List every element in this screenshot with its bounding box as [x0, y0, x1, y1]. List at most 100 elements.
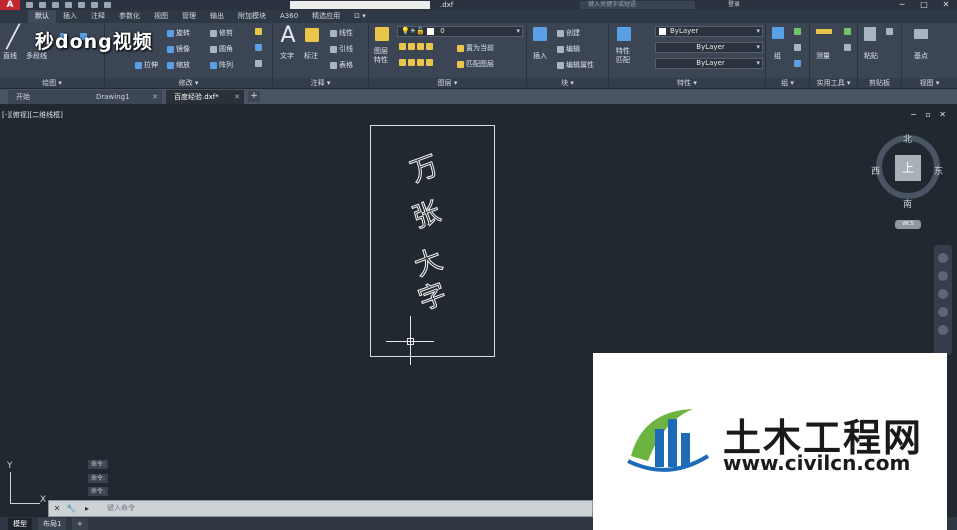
make-current-button[interactable]: 置为当前 — [457, 43, 494, 53]
viewport-controls-label[interactable]: [-][俯视][二维线框] — [2, 110, 63, 120]
stretch-button[interactable]: 拉伸 — [135, 60, 158, 70]
viewport-window-controls[interactable]: − ▫ ✕ — [910, 110, 949, 119]
fillet-button[interactable]: 圆角 — [210, 44, 233, 54]
view-panel-label[interactable]: 视图 ▾ — [902, 78, 957, 88]
tab-manage[interactable]: 管理 — [175, 10, 203, 23]
lineweight-dropdown[interactable]: ByLayer — [655, 58, 763, 69]
groups-panel-label[interactable]: 组 ▾ — [766, 78, 809, 88]
leader-button[interactable]: 引线 — [330, 44, 353, 54]
wcs-menu-button[interactable]: WCS — [895, 220, 921, 229]
tab-parametric[interactable]: 参数化 — [112, 10, 147, 23]
dimension-icon[interactable] — [305, 28, 319, 42]
insert-block-button[interactable]: 插入 — [533, 51, 547, 61]
redo-icon[interactable] — [104, 2, 111, 8]
undo-icon[interactable] — [91, 2, 98, 8]
color-dropdown[interactable]: ByLayer — [655, 26, 763, 37]
group-edit-icon[interactable] — [794, 44, 801, 51]
login-button[interactable]: 登录 — [728, 0, 740, 10]
close-command-line-icon[interactable]: ✕ — [51, 502, 63, 515]
match-properties-icon[interactable] — [617, 27, 631, 41]
group-button[interactable]: 组 — [774, 51, 781, 61]
create-block-button[interactable]: 创建 — [557, 28, 580, 38]
tab-more[interactable]: ⊡ ▾ — [347, 10, 373, 23]
orbit-icon[interactable] — [938, 307, 948, 317]
quick-calc-icon[interactable] — [844, 28, 851, 35]
linetype-dropdown[interactable]: ByLayer — [655, 42, 763, 53]
offset-icon[interactable] — [255, 60, 262, 67]
layer-properties-icon[interactable] — [375, 27, 389, 41]
save-as-icon[interactable] — [65, 2, 72, 8]
layer-tool-icons-row2[interactable] — [399, 59, 433, 66]
properties-panel-label[interactable]: 特性 ▾ — [609, 78, 765, 88]
base-point-icon[interactable] — [914, 29, 928, 39]
block-panel-label[interactable]: 块 ▾ — [527, 78, 608, 88]
linear-button[interactable]: 线性 — [330, 28, 353, 38]
showmotion-icon[interactable] — [938, 325, 948, 335]
minimize-button[interactable]: ─ — [891, 0, 913, 10]
open-file-icon[interactable] — [39, 2, 46, 8]
mirror-button[interactable]: 镜像 — [167, 44, 190, 54]
copy-clip-icon[interactable] — [886, 28, 893, 35]
line-icon[interactable]: ╱ — [4, 25, 22, 50]
clipboard-panel-label[interactable]: 剪贴板 — [858, 78, 901, 88]
tab-addins[interactable]: 附加模块 — [231, 10, 273, 23]
match-layer-button[interactable]: 匹配图层 — [457, 59, 494, 69]
layer-tool-icons-row1[interactable] — [399, 43, 433, 50]
steering-wheel-icon[interactable] — [938, 253, 948, 263]
search-input[interactable]: 键入关键字或短语 — [580, 1, 695, 9]
maximize-button[interactable]: □ — [913, 0, 935, 10]
modify-panel-label[interactable]: 修改 ▾ — [105, 78, 272, 88]
table-button[interactable]: 表格 — [330, 60, 353, 70]
paste-icon[interactable] — [864, 27, 876, 41]
array-button[interactable]: 阵列 — [210, 60, 233, 70]
tab-model[interactable]: 模型 — [8, 518, 32, 530]
layer-dropdown[interactable]: 💡☀🔓 0 — [397, 26, 523, 37]
zoom-icon[interactable] — [938, 289, 948, 299]
dimension-button[interactable]: 标注 — [304, 51, 318, 61]
trim-button[interactable]: 修剪 — [210, 28, 233, 38]
new-file-icon[interactable] — [26, 2, 33, 8]
new-tab-button[interactable]: + — [248, 91, 260, 102]
layers-panel-label[interactable]: 图层 ▾ — [369, 78, 526, 88]
command-input[interactable]: 键入命令 — [107, 502, 135, 515]
paste-button[interactable]: 粘贴 — [864, 51, 878, 61]
measure-icon[interactable] — [816, 29, 832, 34]
print-icon[interactable] — [78, 2, 85, 8]
layer-properties-button[interactable]: 图层 特性 — [374, 47, 388, 65]
pan-icon[interactable] — [938, 271, 948, 281]
edit-block-button[interactable]: 编辑 — [557, 44, 580, 54]
text-button[interactable]: 文字 — [280, 51, 294, 61]
command-line[interactable]: ✕ 🔧 ▸ 键入命令 — [48, 500, 593, 517]
utilities-panel-label[interactable]: 实用工具 ▾ — [810, 78, 857, 88]
erase-icon[interactable] — [255, 28, 262, 35]
draw-panel-label[interactable]: 绘图 ▾ — [0, 78, 104, 88]
rotate-button[interactable]: 旋转 — [167, 28, 190, 38]
ungroup-icon[interactable] — [794, 28, 801, 35]
text-icon[interactable]: A — [278, 23, 298, 48]
tab-output[interactable]: 输出 — [203, 10, 231, 23]
tab-default[interactable]: 默认 — [28, 10, 56, 23]
measure-button[interactable]: 测量 — [816, 51, 830, 61]
viewcube-south[interactable]: 南 — [903, 197, 912, 210]
scale-button[interactable]: 缩放 — [167, 60, 190, 70]
add-layout-button[interactable]: + — [72, 518, 88, 530]
save-icon[interactable] — [52, 2, 59, 8]
explode-icon[interactable] — [255, 44, 262, 51]
id-point-icon[interactable] — [844, 44, 851, 51]
customize-command-line-icon[interactable]: 🔧 — [65, 502, 77, 515]
viewcube-west[interactable]: 西 — [871, 164, 880, 177]
viewcube-north[interactable]: 北 — [903, 132, 912, 145]
edit-attributes-button[interactable]: 编辑属性 — [557, 60, 594, 70]
tab-view[interactable]: 视图 — [147, 10, 175, 23]
tab-drawing1[interactable]: Drawing1 ✕ — [88, 90, 162, 104]
insert-block-icon[interactable] — [533, 27, 547, 41]
close-tab-icon[interactable]: ✕ — [234, 90, 240, 104]
tab-featured-apps[interactable]: 精选应用 — [305, 10, 347, 23]
recent-commands-icon[interactable]: ▸ — [81, 502, 93, 515]
base-point-button[interactable]: 基点 — [914, 51, 928, 61]
tab-insert[interactable]: 插入 — [56, 10, 84, 23]
close-button[interactable]: ✕ — [935, 0, 957, 10]
line-button[interactable]: 直线 — [3, 51, 17, 61]
tab-annotate[interactable]: 注释 — [84, 10, 112, 23]
match-properties-button[interactable]: 特性 匹配 — [616, 47, 630, 65]
